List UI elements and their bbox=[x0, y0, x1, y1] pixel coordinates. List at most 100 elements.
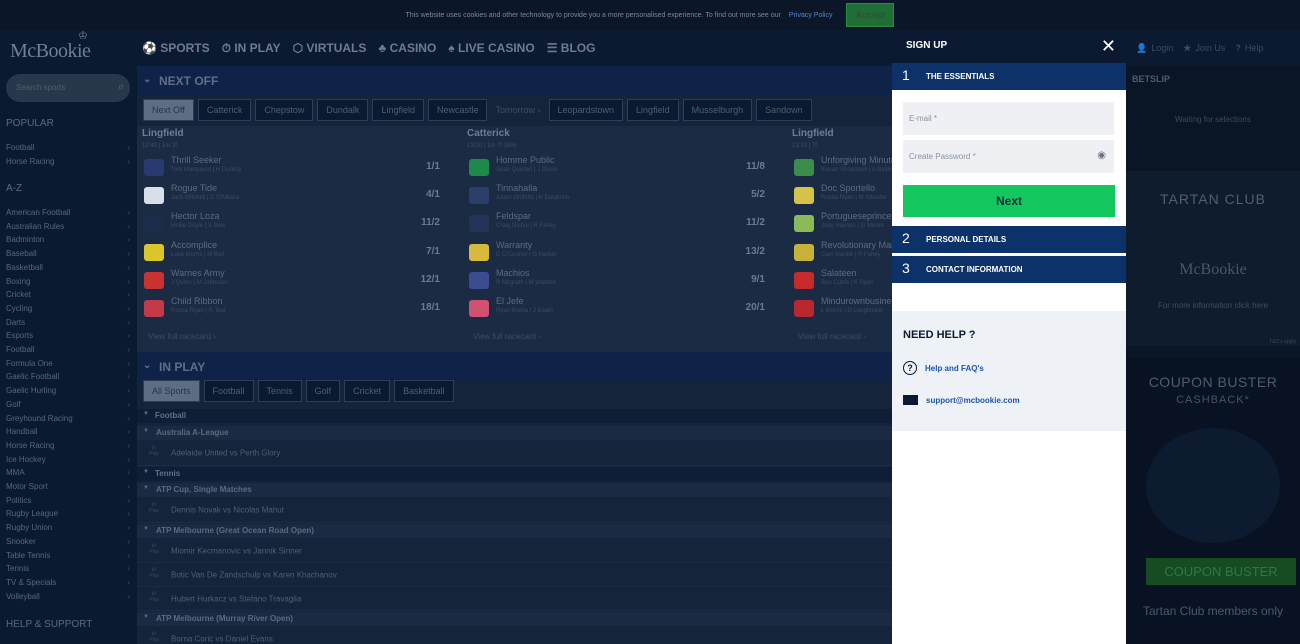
sidebar-item[interactable]: Cricket › bbox=[6, 290, 130, 299]
filter-all-sports[interactable]: All Sports bbox=[143, 380, 200, 402]
join-button[interactable]: ★ Join Us bbox=[1183, 43, 1225, 54]
atp-cup-group[interactable]: ▼ ATP Cup, Single Matches bbox=[137, 483, 892, 497]
race-card-title[interactable]: Lingfield bbox=[142, 128, 184, 139]
tartan-club-promo[interactable]: TARTAN CLUB McBookie For more informatio… bbox=[1126, 171, 1300, 346]
odds-button[interactable]: 11/2 bbox=[746, 217, 765, 228]
runner-row[interactable]: Feldspar Craig Nichol | R Fahey 11/2 bbox=[462, 209, 777, 237]
sidebar-item[interactable]: Politics › bbox=[6, 496, 130, 505]
next-button[interactable]: Next bbox=[903, 185, 1115, 217]
step-personal-details[interactable]: 2 PERSONAL DETAILS bbox=[892, 226, 1126, 253]
runner-row[interactable]: Machios R Mcgrath | M Walford 9/1 bbox=[462, 266, 777, 294]
runner-row[interactable]: Rogue Tide Jack Mitchell | D O'Meara 4/1 bbox=[137, 181, 452, 209]
sidebar-item[interactable]: Horse Racing › bbox=[6, 441, 130, 450]
sidebar-item[interactable]: Rugby League › bbox=[6, 509, 130, 518]
nav-virtuals[interactable]: ⬡ VIRTUALS bbox=[293, 41, 367, 56]
odds-button[interactable]: 18/1 bbox=[421, 302, 440, 313]
sidebar-item[interactable]: Badminton › bbox=[6, 235, 130, 244]
next-off-header[interactable]: ⌄ NEXT OFF bbox=[137, 66, 892, 96]
runner-row[interactable]: Hector Loza Hollie Doyle | S Dow 11/2 bbox=[137, 209, 452, 237]
event-row[interactable]: In Play Borna Coric vs Daniel Evans bbox=[137, 627, 892, 644]
runner-row[interactable]: Warranty D O'Connor | G Harker 13/2 bbox=[462, 238, 777, 266]
sidebar-item[interactable]: Esports › bbox=[6, 331, 130, 340]
sidebar-item[interactable]: Football › bbox=[6, 143, 130, 152]
sidebar-item[interactable]: Darts › bbox=[6, 318, 130, 327]
filter-sandown[interactable]: Sandown bbox=[756, 99, 812, 121]
sidebar-item[interactable]: Motor Sport › bbox=[6, 482, 130, 491]
football-section[interactable]: ▼ Football bbox=[137, 409, 892, 423]
odds-button[interactable]: 5/2 bbox=[751, 189, 765, 200]
sidebar-item[interactable]: Formula One › bbox=[6, 359, 130, 368]
show-password-icon[interactable]: ◉ bbox=[1097, 150, 1106, 161]
sidebar-item[interactable]: Gaelic Hurling › bbox=[6, 386, 130, 395]
odds-button[interactable]: 7/1 bbox=[426, 246, 440, 257]
nav-blog[interactable]: ☰ BLOG bbox=[547, 41, 596, 56]
accept-cookies-button[interactable]: Accept bbox=[846, 3, 895, 27]
faq-link[interactable]: ? Help and FAQ's bbox=[903, 361, 984, 375]
runner-row[interactable]: Tinnahalla Adam Griffiths | K Dalgleish 5/… bbox=[462, 181, 777, 209]
event-row[interactable]: In Play Hubert Hurkacz vs Stefano Travagl… bbox=[137, 587, 892, 611]
sidebar-item[interactable]: American Football › bbox=[6, 208, 130, 217]
sidebar-item[interactable]: Snooker › bbox=[6, 537, 130, 546]
coupon-buster-button[interactable]: COUPON BUSTER bbox=[1146, 558, 1296, 585]
runner-row[interactable]: Thrill Seeker Tom Marquand | H Dunlop 1/1 bbox=[137, 153, 452, 181]
odds-button[interactable]: 4/1 bbox=[426, 189, 440, 200]
view-racecard-link[interactable]: View full racecard › bbox=[798, 332, 866, 341]
odds-button[interactable]: 11/2 bbox=[421, 217, 440, 228]
email-field[interactable]: E-mail * bbox=[903, 102, 1114, 135]
filter-golf[interactable]: Golf bbox=[305, 380, 341, 402]
sidebar-item[interactable]: TV & Specials › bbox=[6, 578, 130, 587]
sidebar-item[interactable]: Cycling › bbox=[6, 304, 130, 313]
race-card-title[interactable]: Catterick bbox=[467, 128, 510, 139]
sidebar-item[interactable]: Handball › bbox=[6, 427, 130, 436]
nav-casino[interactable]: ♣ CASINO bbox=[378, 41, 436, 56]
runner-row[interactable]: Warnes Army J Quinn | M Johnston 12/1 bbox=[137, 266, 452, 294]
sidebar-item[interactable]: Basketball › bbox=[6, 263, 130, 272]
nav-in-play[interactable]: ⏱ IN PLAY bbox=[222, 41, 281, 56]
step-essentials[interactable]: 1 THE ESSENTIALS bbox=[892, 63, 1126, 90]
filter-basketball[interactable]: Basketball bbox=[394, 380, 454, 402]
sidebar-item[interactable]: Horse Racing › bbox=[6, 157, 130, 166]
sidebar-item[interactable]: Volleyball › bbox=[6, 592, 130, 601]
event-row[interactable]: In Play Dennis Novak vs Nicolas Mahut bbox=[137, 498, 892, 523]
filter-catterick[interactable]: Catterick bbox=[197, 99, 252, 121]
runner-row[interactable]: El Jefe Ryan Mania | J Ewart 20/1 bbox=[462, 294, 777, 322]
filter-next-off[interactable]: Next Off bbox=[143, 99, 194, 121]
sidebar-item[interactable]: Ice Hockey › bbox=[6, 455, 130, 464]
support-email-link[interactable]: support@mcbookie.com bbox=[903, 395, 1020, 405]
password-field[interactable]: Create Password * ◉ bbox=[903, 140, 1114, 173]
sidebar-item[interactable]: Australian Rules › bbox=[6, 222, 130, 231]
privacy-policy-link[interactable]: Privacy Policy bbox=[789, 12, 833, 19]
close-icon[interactable]: ✕ bbox=[1101, 36, 1116, 57]
odds-button[interactable]: 12/1 bbox=[421, 274, 440, 285]
sidebar-item[interactable]: Table Tennis › bbox=[6, 551, 130, 560]
race-card-title[interactable]: Lingfield bbox=[792, 128, 834, 139]
runner-row[interactable]: Child Ribbon Rossa Ryan | R Teal 18/1 bbox=[137, 294, 452, 322]
tennis-section[interactable]: ▼ Tennis bbox=[137, 467, 892, 481]
event-row[interactable]: In Play Botic Van De Zandschulp vs Karen … bbox=[137, 563, 892, 587]
runner-row[interactable]: Homme Public Sean Quinlan | J Dixon 11/8 bbox=[462, 153, 777, 181]
filter-dundalk[interactable]: Dundalk bbox=[317, 99, 369, 121]
filter-leopardstown[interactable]: Leopardstown bbox=[548, 99, 624, 121]
odds-button[interactable]: 9/1 bbox=[751, 274, 765, 285]
runner-row[interactable]: Accomplice Luke Morris | M Bell 7/1 bbox=[137, 238, 452, 266]
sidebar-item[interactable]: Football › bbox=[6, 345, 130, 354]
nav-sports[interactable]: ⚽ SPORTS bbox=[142, 41, 210, 56]
sidebar-item[interactable]: Golf › bbox=[6, 400, 130, 409]
filter-football[interactable]: Football bbox=[203, 380, 254, 402]
sidebar-item[interactable]: Rugby Union › bbox=[6, 523, 130, 532]
view-racecard-link[interactable]: View full racecard › bbox=[473, 332, 541, 341]
odds-button[interactable]: 20/1 bbox=[746, 302, 765, 313]
sidebar-item[interactable]: Gaelic Football › bbox=[6, 372, 130, 381]
sidebar-item[interactable]: Greyhound Racing › bbox=[6, 414, 130, 423]
odds-button[interactable]: 11/8 bbox=[746, 161, 765, 172]
filter-tennis[interactable]: Tennis bbox=[257, 380, 302, 402]
in-play-header[interactable]: ⌄ IN PLAY bbox=[137, 352, 892, 382]
nav-live-casino[interactable]: ♠ LIVE CASINO bbox=[448, 41, 534, 56]
odds-button[interactable]: 13/2 bbox=[746, 246, 765, 257]
filter-cricket[interactable]: Cricket bbox=[344, 380, 391, 402]
step-contact-information[interactable]: 3 CONTACT INFORMATION bbox=[892, 256, 1126, 283]
atp-melbourne-mr-group[interactable]: ▼ ATP Melbourne (Murray River Open) bbox=[137, 612, 892, 626]
sidebar-item[interactable]: Tennis › bbox=[6, 564, 130, 573]
site-logo[interactable]: McBookie ♔ bbox=[10, 30, 91, 63]
filter-musselburgh[interactable]: Musselburgh bbox=[682, 99, 753, 121]
